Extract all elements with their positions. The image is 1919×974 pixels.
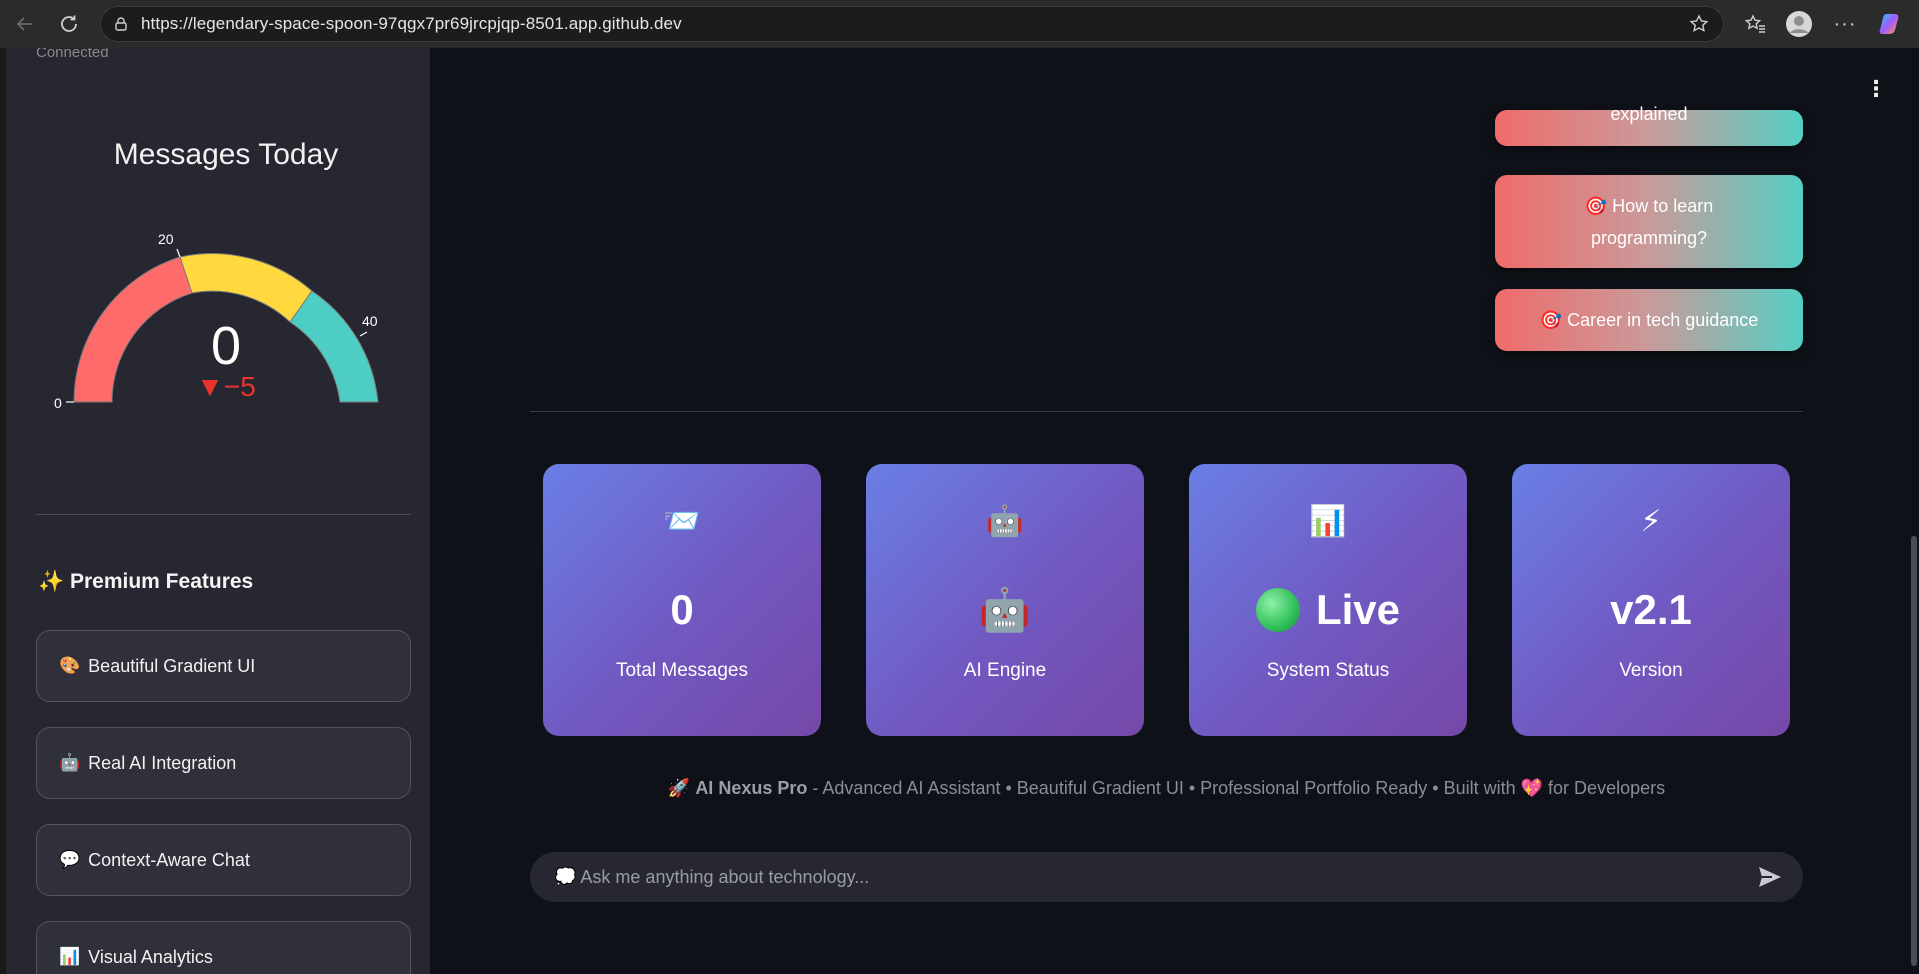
footer-description: - Advanced AI Assistant • Beautiful Grad… — [807, 778, 1521, 798]
suggestion-button-explained[interactable]: explained — [1495, 104, 1803, 146]
stat-card-total-messages: 📨 0 Total Messages — [543, 464, 821, 736]
main-content: ⋮ explained 🎯 How to learn programming? … — [430, 48, 1919, 974]
stat-card-system-status: 📊 Live System Status — [1189, 464, 1467, 736]
favorite-star-icon[interactable] — [1689, 14, 1709, 40]
site-info-icon[interactable] — [111, 14, 131, 34]
gauge-delta: ▼−5 — [196, 371, 256, 402]
browser-toolbar: https://legendary-space-spoon-97qgx7pr69… — [0, 0, 1919, 48]
send-icon[interactable] — [1757, 865, 1783, 889]
stat-label: AI Engine — [963, 660, 1047, 681]
section-divider — [530, 411, 1803, 412]
gauge-tick-40: 40 — [362, 313, 378, 329]
messages-gauge: Messages Today 0 20 40 0 ▼−5 — [36, 138, 416, 438]
sidebar: Connected Messages Today 0 20 40 0 ▼−5 ✨… — [0, 48, 430, 974]
feature-button-visual-analytics[interactable]: 📊 Visual Analytics — [36, 921, 411, 974]
bar-chart-icon: 📊 — [59, 947, 81, 966]
favorites-icon[interactable] — [1738, 7, 1772, 41]
gauge-band-yellow — [179, 253, 313, 323]
gauge-value: 0 — [211, 316, 241, 376]
robot-icon: 🤖 — [986, 505, 1024, 538]
speech-bubble-icon: 💬 — [59, 850, 81, 869]
stat-value: 🤖 — [978, 586, 1032, 633]
stat-card-ai-engine: 🤖 🤖 AI Engine — [866, 464, 1144, 736]
profile-avatar-icon[interactable] — [1782, 7, 1816, 41]
palette-icon: 🎨 — [59, 656, 81, 675]
stat-value: v2.1 — [1610, 586, 1692, 633]
feature-button-context-chat[interactable]: 💬 Context-Aware Chat — [36, 824, 411, 896]
suggestion-label: 🎯 How to learn programming? — [1584, 195, 1714, 248]
stat-label: Version — [1619, 660, 1683, 681]
stat-card-version: ⚡ v2.1 Version — [1512, 464, 1790, 736]
stat-value-live: Live — [1189, 586, 1467, 634]
gauge-chart: 0 20 40 0 ▼−5 — [54, 231, 379, 411]
suggestion-label: explained — [1610, 104, 1688, 124]
stat-label: Total Messages — [615, 660, 748, 681]
feature-label: Beautiful Gradient UI — [88, 655, 256, 676]
feature-label: Real AI Integration — [88, 752, 237, 773]
chat-input[interactable]: 💭 Ask me anything about technology... — [530, 852, 1803, 902]
lightning-icon: ⚡ — [1640, 505, 1662, 538]
chat-placeholder: 💭 Ask me anything about technology... — [554, 866, 870, 887]
footer-brand: AI Nexus Pro — [695, 778, 808, 798]
url-text: https://legendary-space-spoon-97qgx7pr69… — [141, 14, 682, 33]
reload-button[interactable] — [52, 7, 86, 41]
scrollbar[interactable] — [1909, 48, 1919, 974]
more-options-icon[interactable]: ··· — [1828, 7, 1862, 41]
feature-button-ai-integration[interactable]: 🤖 Real AI Integration — [36, 727, 411, 799]
stat-label: System Status — [1266, 660, 1390, 681]
scrollbar-thumb[interactable] — [1911, 536, 1917, 966]
feature-label: Visual Analytics — [88, 946, 213, 967]
connection-status-text: Connected — [36, 48, 109, 61]
feature-label: Context-Aware Chat — [88, 849, 250, 870]
feature-button-gradient-ui[interactable]: 🎨 Beautiful Gradient UI — [36, 630, 411, 702]
suggestion-button-learn-programming[interactable]: 🎯 How to learn programming? — [1495, 175, 1803, 268]
robot-icon: 🤖 — [59, 753, 81, 772]
back-button[interactable] — [8, 7, 42, 41]
suggestion-label: 🎯 Career in tech guidance — [1539, 310, 1759, 330]
status-text: Live — [1315, 586, 1401, 633]
gauge-tick-20: 20 — [158, 231, 174, 247]
gauge-band-teal — [289, 290, 379, 403]
bar-chart-icon: 📊 — [1309, 505, 1347, 538]
app-menu-icon[interactable]: ⋮ — [1865, 76, 1887, 102]
sidebar-divider — [36, 514, 411, 515]
stat-value: 0 — [670, 586, 694, 633]
rocket-icon: 🚀 — [667, 778, 691, 798]
incoming-envelope-icon: 📨 — [663, 505, 701, 538]
heart-icon: 💖 — [1520, 778, 1544, 798]
footer-suffix: for Developers — [1543, 778, 1666, 798]
address-bar[interactable]: https://legendary-space-spoon-97qgx7pr69… — [100, 6, 1724, 42]
reload-icon — [61, 15, 77, 32]
suggestion-button-career-guidance[interactable]: 🎯 Career in tech guidance — [1495, 289, 1803, 351]
footer-text: 🚀 AI Nexus Pro - Advanced AI Assistant •… — [530, 778, 1803, 799]
arrow-left-icon — [16, 17, 32, 31]
premium-features-heading: ✨ Premium Features — [38, 570, 254, 593]
green-circle-icon — [1255, 588, 1300, 632]
copilot-icon[interactable] — [1874, 7, 1908, 41]
gauge-tick-0: 0 — [54, 395, 62, 411]
gauge-band-red — [73, 256, 193, 403]
